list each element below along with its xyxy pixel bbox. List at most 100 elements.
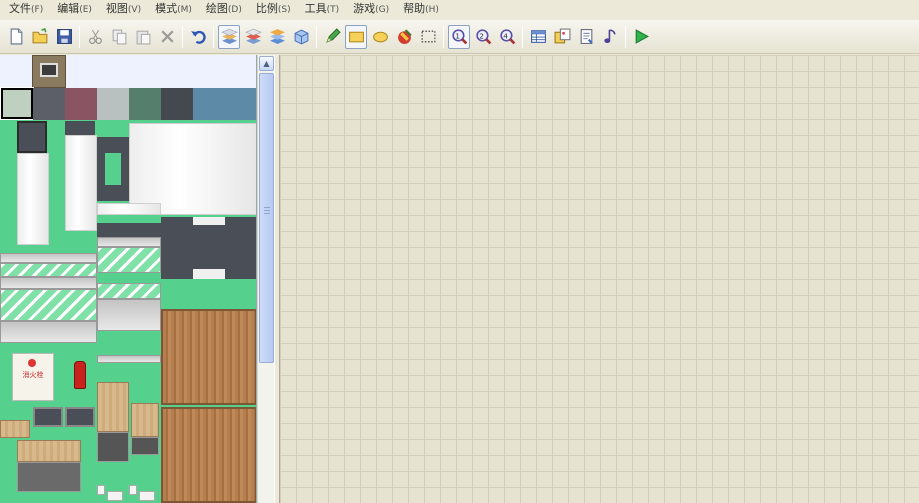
menu-mode[interactable]: 模式(M)	[148, 0, 199, 19]
zoom-1-2-icon[interactable]: 2	[472, 25, 494, 49]
delete-icon[interactable]	[156, 25, 178, 49]
new-file-icon[interactable]	[5, 25, 27, 49]
rectangle-icon[interactable]	[345, 24, 367, 49]
tile-pillar-top[interactable]	[17, 121, 47, 153]
event-layer-icon[interactable]	[290, 25, 312, 49]
open-folder-icon[interactable]	[29, 25, 51, 49]
tile-white-ledge[interactable]	[97, 203, 161, 215]
scroll-grip-icon	[264, 207, 270, 216]
ellipse-icon[interactable]	[369, 25, 391, 49]
zoom-1-1-icon[interactable]: 1	[448, 24, 470, 49]
save-icon[interactable]	[53, 25, 75, 49]
tile-frame-inner	[105, 153, 121, 185]
tile-selected-cursor[interactable]	[0, 87, 34, 120]
toolbar-separator	[625, 25, 626, 48]
tile-dark-floor-notch	[193, 217, 225, 225]
tile-pillar[interactable]	[17, 153, 49, 245]
layer-1-icon[interactable]	[218, 24, 240, 49]
scroll-thumb[interactable]	[259, 73, 274, 363]
tile-small-box-4[interactable]	[139, 491, 155, 501]
tile-green-wall[interactable]	[129, 88, 161, 120]
tile-table-1-base[interactable]	[97, 432, 129, 462]
copy-icon[interactable]	[108, 25, 130, 49]
script-icon[interactable]	[575, 25, 597, 49]
tile-door-inner	[40, 63, 58, 77]
tile-table-1[interactable]	[97, 382, 129, 432]
tile-dark-strip[interactable]	[97, 223, 161, 237]
tile-desk-dark-1[interactable]	[33, 407, 63, 427]
tile-window-base-2[interactable]	[97, 299, 161, 331]
tile-fire-hydrant-box[interactable]: 消火栓	[12, 353, 54, 401]
tile-wood-floor-1[interactable]	[161, 309, 256, 405]
tile-white-wall-large[interactable]	[129, 123, 256, 215]
tile-table-3[interactable]	[17, 440, 81, 462]
pencil-icon[interactable]	[321, 25, 343, 49]
tile-pillar-top-2[interactable]	[65, 121, 95, 135]
fire-extinguisher-icon[interactable]	[74, 361, 86, 389]
tile-table-2-base[interactable]	[131, 437, 159, 455]
select-icon[interactable]	[417, 25, 439, 49]
menu-scale[interactable]: 比例(S)	[249, 0, 298, 19]
tile-small-box-2[interactable]	[107, 491, 123, 501]
tile-counter-strip[interactable]	[97, 355, 161, 363]
menu-view[interactable]: 视图(V)	[99, 0, 148, 19]
tile-window-base[interactable]	[0, 321, 97, 343]
svg-text:1: 1	[455, 32, 460, 41]
tile-window-3[interactable]	[97, 283, 161, 299]
tile-table-2[interactable]	[131, 403, 159, 437]
tile-window-2[interactable]	[97, 247, 161, 273]
layer-2-icon[interactable]	[242, 25, 264, 49]
tile-blue-wall[interactable]	[193, 88, 256, 120]
tile-small-box-1[interactable]	[97, 485, 105, 495]
svg-text:4: 4	[503, 32, 508, 41]
toolbar: 1 2 4	[0, 20, 919, 54]
tile-window-top-2[interactable]	[97, 237, 161, 247]
tile-gray-wall[interactable]	[97, 88, 129, 120]
menu-game[interactable]: 游戏(G)	[346, 0, 396, 19]
database-icon[interactable]	[527, 25, 549, 49]
rpg-maker-window: 文件(F) 编辑(E) 视图(V) 模式(M) 绘图(D) 比例(S) 工具(T…	[0, 0, 919, 503]
tile-table-3-base[interactable]	[17, 462, 81, 492]
tile-dark-floor-notch-2	[193, 269, 225, 279]
toolbar-separator	[316, 25, 317, 48]
svg-text:2: 2	[479, 32, 484, 41]
toolbar-separator	[443, 25, 444, 48]
toolbar-separator	[213, 25, 214, 48]
tile-bench-wood[interactable]	[0, 420, 30, 438]
paste-icon[interactable]	[132, 25, 154, 49]
zoom-1-4-icon[interactable]: 4	[496, 25, 518, 49]
tile-dark-wall[interactable]	[33, 88, 65, 120]
toolbar-separator	[79, 25, 80, 48]
tileset-scrollbar[interactable]: ▲	[257, 55, 274, 503]
tileset-panel[interactable]: 消火栓	[0, 55, 257, 503]
tile-window-row[interactable]	[0, 263, 97, 277]
play-icon[interactable]	[630, 25, 652, 49]
menu-bar: 文件(F) 编辑(E) 视图(V) 模式(M) 绘图(D) 比例(S) 工具(T…	[0, 0, 919, 19]
toolbar-separator	[182, 25, 183, 48]
layer-3-icon[interactable]	[266, 25, 288, 49]
scroll-up-button[interactable]: ▲	[259, 56, 274, 71]
menu-tools[interactable]: 工具(T)	[298, 0, 347, 19]
tile-window-frame[interactable]	[0, 277, 97, 289]
sound-icon[interactable]	[599, 25, 621, 49]
tile-window-sill[interactable]	[0, 253, 97, 263]
tile-small-box-3[interactable]	[129, 485, 137, 495]
menu-draw[interactable]: 绘图(D)	[199, 0, 249, 19]
toolbar-separator	[522, 25, 523, 48]
fill-icon[interactable]	[393, 25, 415, 49]
fire-hydrant-label: 消火栓	[22, 371, 44, 379]
hydrant-light-icon	[28, 359, 36, 367]
menu-file[interactable]: 文件(F)	[2, 0, 50, 19]
menu-edit[interactable]: 编辑(E)	[50, 0, 99, 19]
tile-pillar-2[interactable]	[65, 135, 97, 231]
undo-icon[interactable]	[187, 25, 209, 49]
tile-wood-floor-2[interactable]	[161, 407, 256, 503]
cut-icon[interactable]	[84, 25, 106, 49]
tile-window-large[interactable]	[0, 289, 97, 321]
material-icon[interactable]	[551, 25, 573, 49]
tile-desk-dark-2[interactable]	[65, 407, 95, 427]
menu-help[interactable]: 帮助(H)	[396, 0, 446, 19]
map-canvas[interactable]	[280, 55, 919, 503]
tile-black-wall[interactable]	[161, 88, 193, 120]
tile-red-wall[interactable]	[65, 88, 97, 120]
